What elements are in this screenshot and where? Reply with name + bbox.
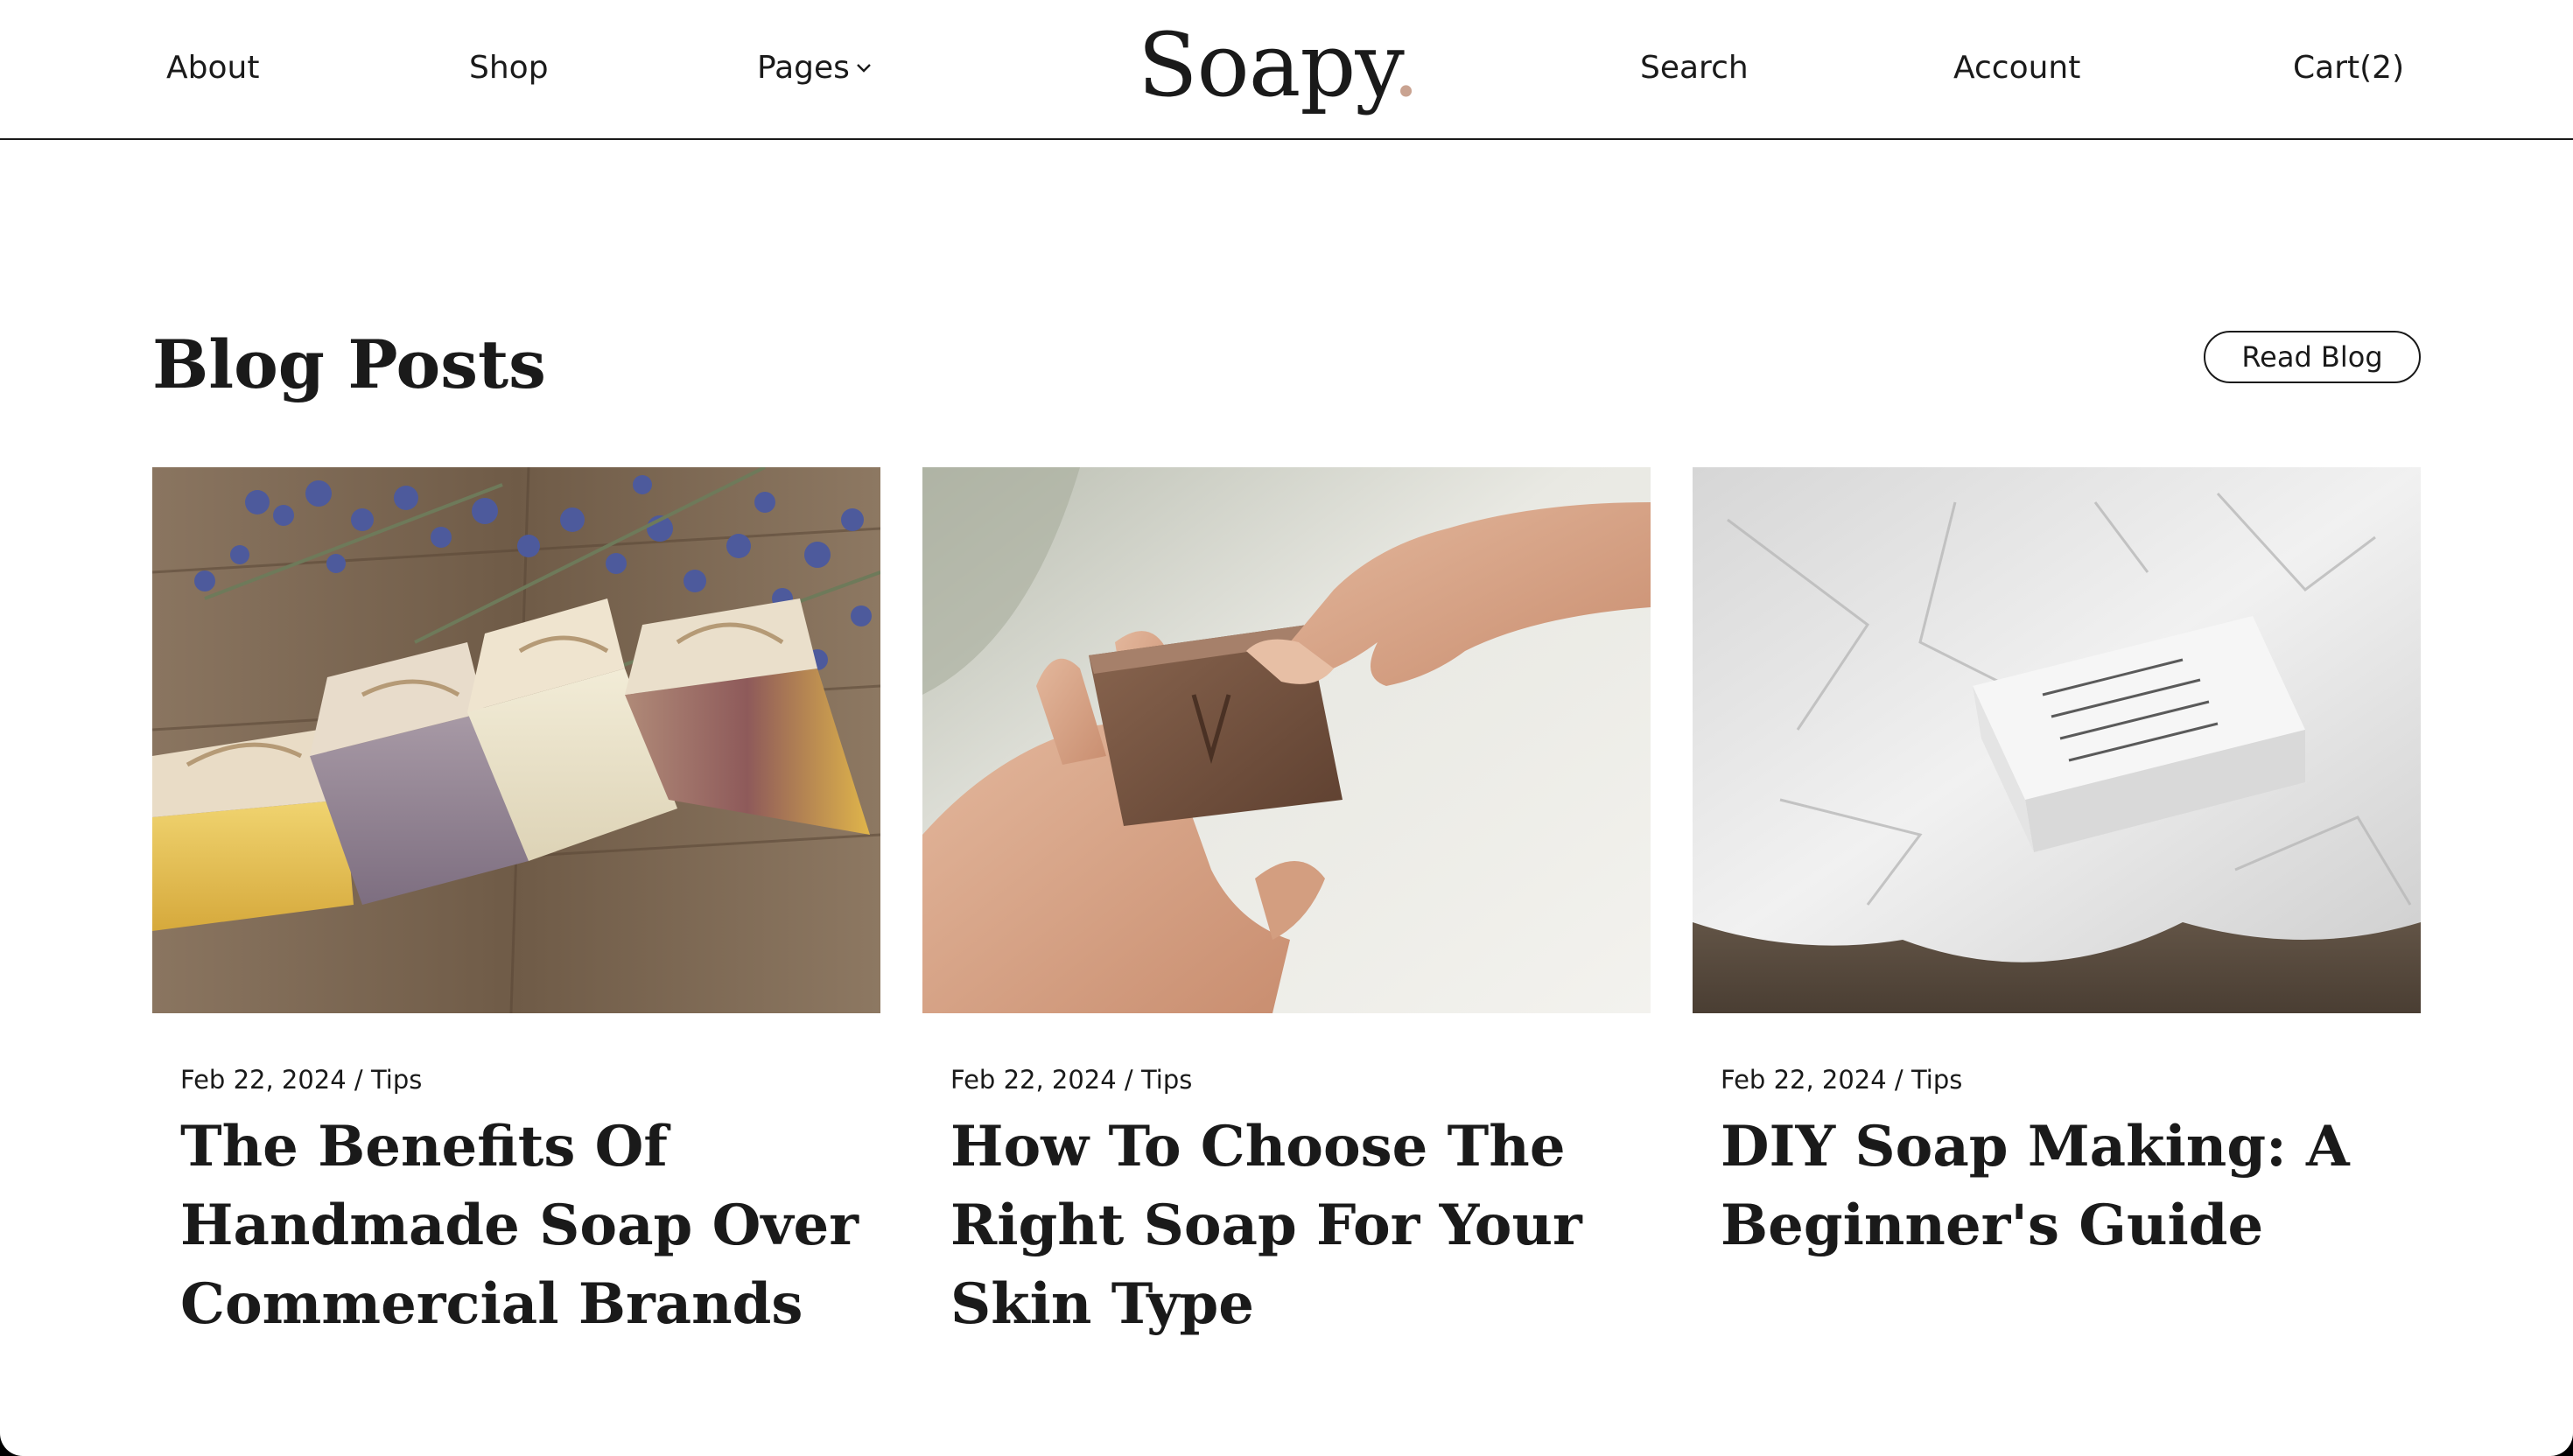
nav-search[interactable]: Search: [1640, 46, 1749, 91]
nav-pages-label: Pages: [757, 50, 850, 86]
post-category: Tips: [1140, 1065, 1193, 1095]
nav-cart[interactable]: Cart(2): [2293, 46, 2404, 91]
site-header: About Shop Pages Soapy. Search Account C…: [0, 0, 2573, 140]
blog-card-image-choose-soap[interactable]: [922, 467, 1651, 1013]
blog-card-image-handmade-soap[interactable]: [152, 467, 880, 1013]
nav-about[interactable]: About: [166, 46, 259, 91]
nav-account[interactable]: Account: [1953, 46, 2080, 91]
logo-dot: .: [1392, 14, 1420, 116]
meta-separator: /: [1886, 1065, 1911, 1095]
logo-text: Soapy: [1138, 14, 1393, 116]
post-date: Feb 22, 2024: [950, 1065, 1117, 1095]
section-title: Blog Posts: [152, 326, 546, 403]
meta-separator: /: [346, 1065, 371, 1095]
post-date: Feb 22, 2024: [1721, 1065, 1887, 1095]
soap-bars-lavender-photo: [152, 467, 880, 1013]
blog-card: Feb 22, 2024 / Tips How To Choose The Ri…: [922, 467, 1651, 1344]
post-date: Feb 22, 2024: [180, 1065, 347, 1095]
nav-shop[interactable]: Shop: [469, 46, 549, 91]
post-title[interactable]: DIY Soap Making: A Beginner's Guide: [1721, 1108, 2403, 1265]
wrapped-soap-photo: [1693, 467, 2421, 1013]
post-meta: Feb 22, 2024 / Tips: [1721, 1062, 2421, 1097]
chevron-down-icon: [857, 64, 871, 73]
post-title[interactable]: The Benefits Of Handmade Soap Over Comme…: [180, 1108, 863, 1344]
nav-pages-dropdown[interactable]: Pages: [757, 46, 873, 91]
site-logo[interactable]: Soapy.: [1138, 9, 1420, 122]
hands-soap-photo: [922, 467, 1651, 1013]
blog-card: Feb 22, 2024 / Tips The Benefits Of Hand…: [152, 467, 880, 1344]
blog-card-image-diy-soap[interactable]: [1693, 467, 2421, 1013]
post-meta: Feb 22, 2024 / Tips: [950, 1062, 1651, 1097]
post-meta: Feb 22, 2024 / Tips: [180, 1062, 880, 1097]
page: About Shop Pages Soapy. Search Account C…: [0, 0, 2573, 1456]
post-category: Tips: [370, 1065, 423, 1095]
meta-separator: /: [1116, 1065, 1141, 1095]
read-blog-button[interactable]: Read Blog: [2204, 331, 2421, 383]
post-category: Tips: [1910, 1065, 1963, 1095]
post-title[interactable]: How To Choose The Right Soap For Your Sk…: [950, 1108, 1633, 1344]
blog-card: Feb 22, 2024 / Tips DIY Soap Making: A B…: [1693, 467, 2421, 1265]
